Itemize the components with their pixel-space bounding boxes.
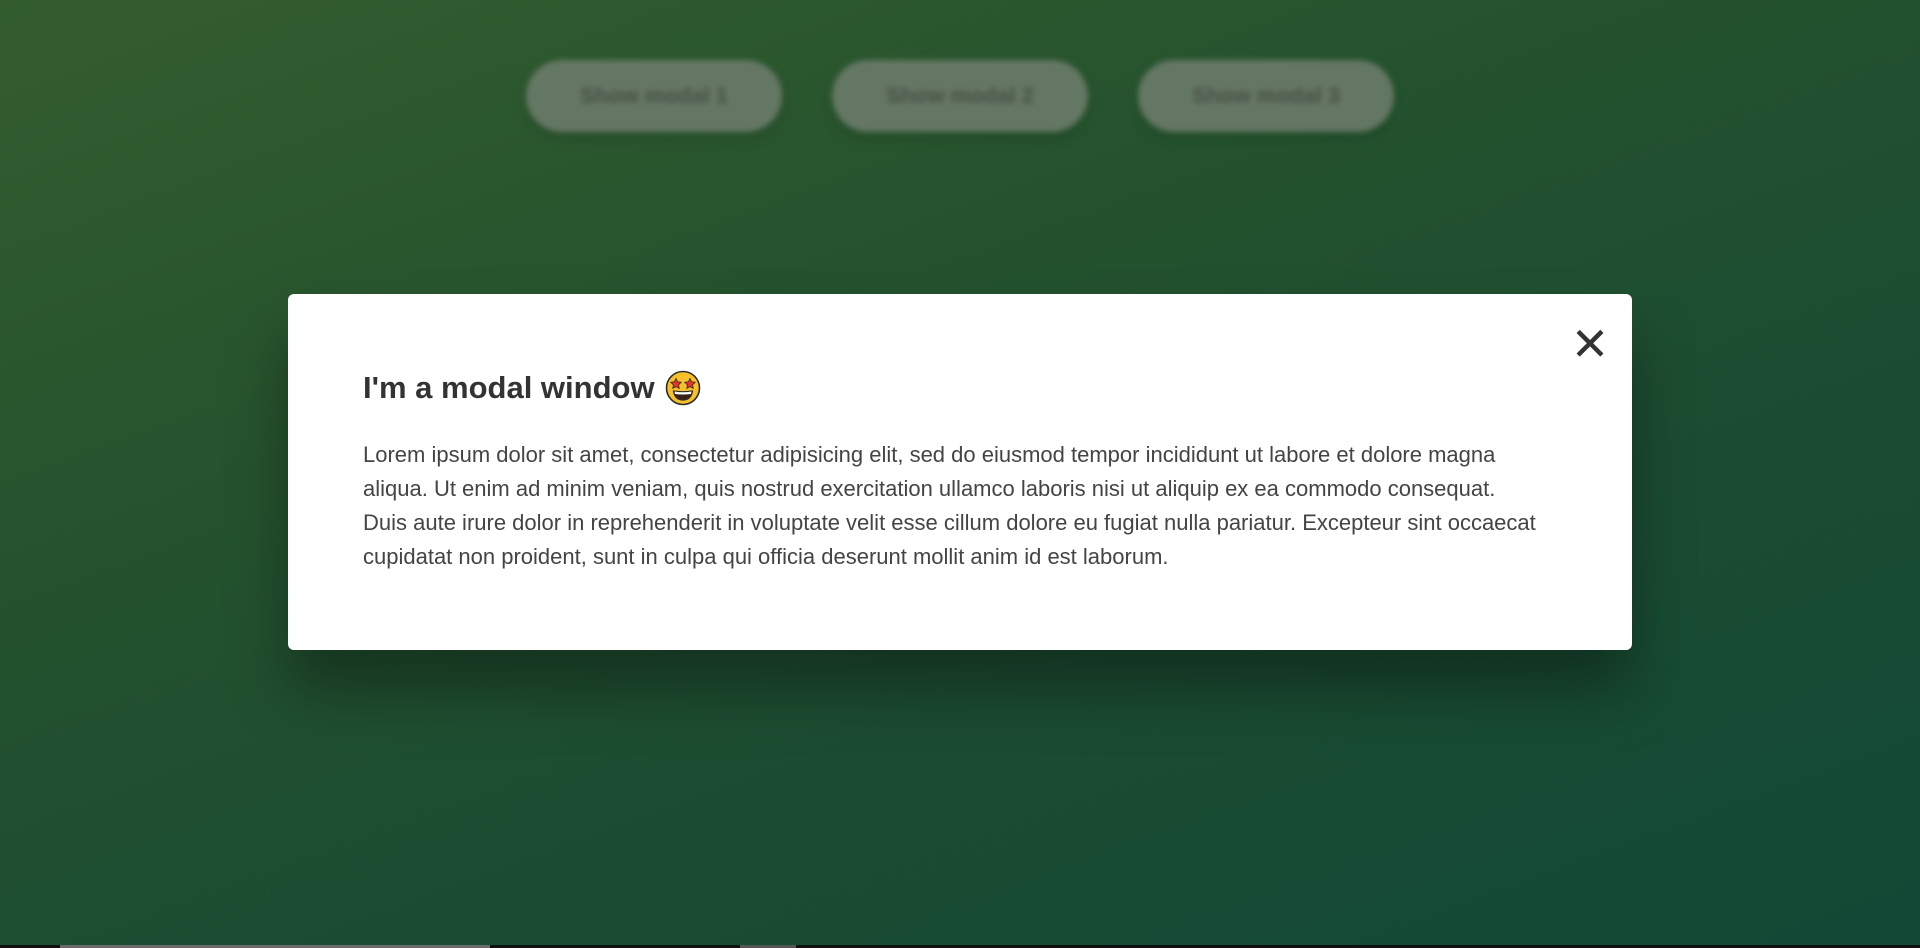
- modal-window: I'm a modal window Lorem ipsum dolor sit…: [288, 294, 1632, 650]
- modal-title-row: I'm a modal window: [363, 370, 1557, 406]
- close-icon[interactable]: ✕: [1570, 321, 1610, 367]
- star-struck-emoji-icon: [665, 370, 701, 406]
- modal-body-text: Lorem ipsum dolor sit amet, consectetur …: [363, 442, 1536, 569]
- modal-title: I'm a modal window: [363, 370, 655, 405]
